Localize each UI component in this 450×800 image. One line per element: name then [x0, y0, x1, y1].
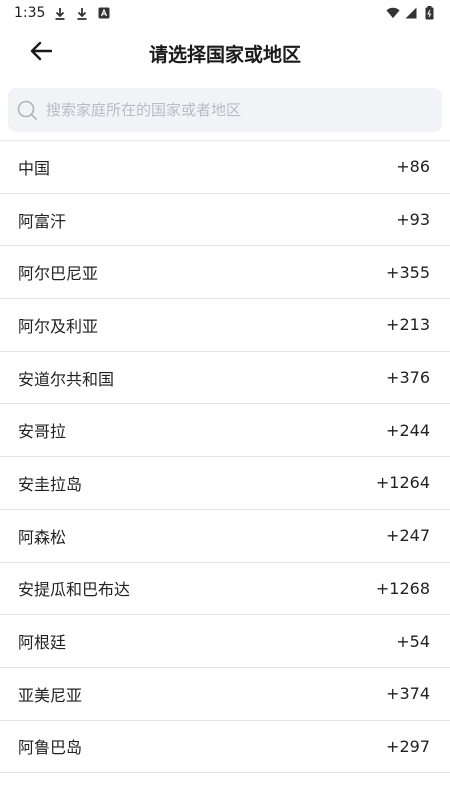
country-code: +213: [386, 315, 430, 335]
battery-icon: [422, 6, 436, 20]
font-app-icon: [97, 6, 111, 20]
country-name: 阿尔及利亚: [18, 316, 99, 336]
country-code: +93: [396, 210, 430, 230]
list-item[interactable]: 阿尔巴尼亚 +355: [0, 246, 450, 300]
status-right: [386, 6, 436, 20]
list-item[interactable]: 安道尔共和国 +376: [0, 352, 450, 405]
list-item[interactable]: 安哥拉 +244: [0, 404, 450, 458]
list-item[interactable]: 中国 +86: [0, 141, 450, 194]
list-item[interactable]: 安提瓜和巴布达 +1268: [0, 563, 450, 616]
country-name: 阿尔巴尼亚: [18, 264, 99, 284]
list-item[interactable]: 阿根廷 +54: [0, 615, 450, 668]
country-code: +54: [396, 631, 430, 651]
wifi-icon: [386, 6, 400, 20]
app-bar: 请选择国家或地区: [0, 26, 450, 80]
country-list: 中国 +86 阿富汗 +93 阿尔巴尼亚 +355 阿尔及利亚 +213 安道尔共和国 +376 安…: [0, 140, 450, 774]
country-name: 阿富汗: [18, 211, 67, 231]
list-item[interactable]: 阿森松 +247: [0, 510, 450, 563]
country-code: +376: [386, 368, 430, 388]
country-code: +247: [386, 526, 430, 546]
search-box[interactable]: [8, 88, 442, 132]
list-item[interactable]: 阿鲁巴岛 +297: [0, 721, 450, 774]
country-code: +1268: [375, 578, 430, 598]
country-code: +244: [386, 420, 430, 440]
country-name: 阿森松: [18, 527, 67, 547]
country-name: 中国: [18, 158, 51, 178]
list-item[interactable]: 阿尔及利亚 +213: [0, 299, 450, 352]
download-icon: [53, 6, 67, 20]
country-name: 阿根廷: [18, 633, 67, 653]
country-name: 安提瓜和巴布达: [18, 580, 131, 600]
signal-icon: [404, 6, 418, 20]
page-title: 请选择国家或地区: [148, 44, 301, 66]
list-item[interactable]: 阿富汗 +93: [0, 194, 450, 247]
country-name: 安圭拉岛: [18, 474, 83, 494]
country-code: +1264: [375, 473, 430, 493]
country-name: 安哥拉: [18, 422, 67, 442]
search-icon: [16, 99, 38, 121]
status-time: 1:35: [14, 5, 46, 21]
list-item[interactable]: 亚美尼亚 +374: [0, 668, 450, 721]
country-name: 亚美尼亚: [18, 685, 83, 705]
country-name: 安道尔共和国: [18, 369, 115, 389]
country-code: +355: [386, 262, 430, 282]
search-input[interactable]: [44, 100, 408, 120]
country-name: 阿鲁巴岛: [18, 738, 83, 758]
list-item[interactable]: 安圭拉岛 +1264: [0, 457, 450, 510]
status-bar: 1:35: [0, 0, 450, 26]
download-icon: [75, 6, 89, 20]
country-code: +297: [386, 736, 430, 756]
status-left: 1:35: [14, 5, 111, 21]
country-code: +374: [386, 684, 430, 704]
country-code: +86: [396, 157, 430, 177]
